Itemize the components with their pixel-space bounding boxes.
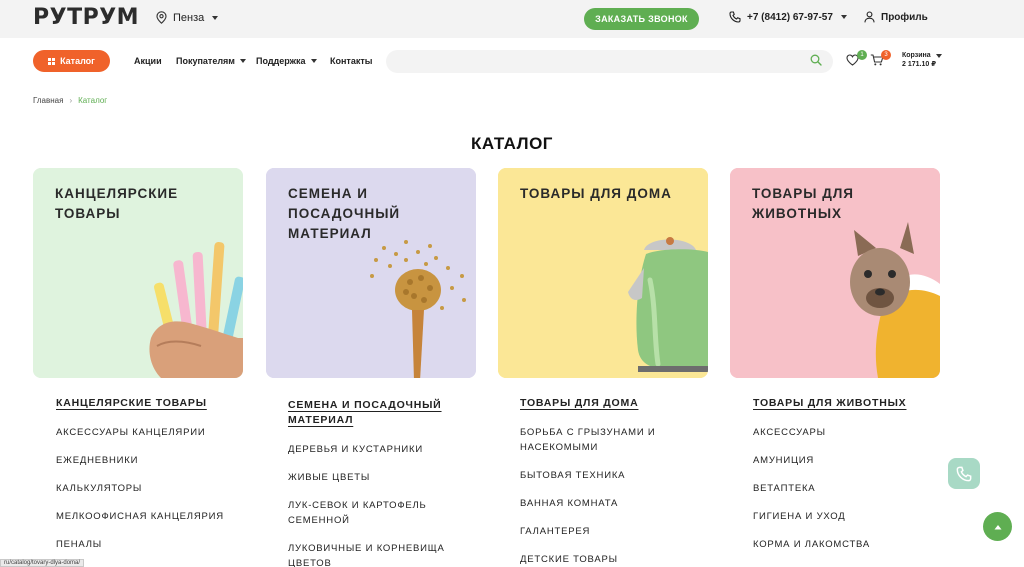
category-card-home[interactable]: ТОВАРЫ ДЛЯ ДОМА: [498, 168, 708, 378]
subcategory-link[interactable]: ЕЖЕДНЕВНИКИ: [56, 453, 256, 468]
subcategory-link[interactable]: ГАЛАНТЕРЕЯ: [520, 524, 720, 539]
subcategory-link[interactable]: ГИГИЕНА И УХОД: [753, 509, 953, 524]
subcategory-link[interactable]: КОРМА И ЛАКОМСТВА: [753, 537, 953, 552]
subcategory-link[interactable]: ЛУК-СЕВОК И КАРТОФЕЛЬ СЕМЕННОЙ: [288, 498, 448, 528]
profile-label: Профиль: [881, 11, 928, 23]
subcategory-link[interactable]: ДЕТСКИЕ ТОВАРЫ: [520, 552, 720, 567]
favorites-count-badge: 1: [857, 50, 867, 60]
category-card-stationery[interactable]: КАНЦЕЛЯРСКИЕ ТОВАРЫ: [33, 168, 243, 378]
nav-link-customers[interactable]: Покупателям: [176, 56, 246, 66]
category-card-title: ТОВАРЫ ДЛЯ ЖИВОТНЫХ: [752, 186, 855, 221]
subcategory-link[interactable]: ЛУКОВИЧНЫЕ И КОРНЕВИЩА ЦВЕТОВ: [288, 541, 458, 567]
subcategory-link[interactable]: АКСЕССУАРЫ КАНЦЕЛЯРИИ: [56, 425, 256, 440]
subcategory-column-stationery: КАНЦЕЛЯРСКИЕ ТОВАРЫ АКСЕССУАРЫ КАНЦЕЛЯРИ…: [56, 396, 256, 565]
main-nav: Каталог Акции Покупателям Поддержка Конт…: [0, 38, 1024, 84]
search-input[interactable]: [386, 50, 833, 73]
subcategory-link[interactable]: БОРЬБА С ГРЫЗУНАМИ И НАСЕКОМЫМИ: [520, 425, 670, 455]
nav-link-label: Акции: [134, 56, 162, 66]
city-label: Пенза: [173, 11, 205, 24]
phone-number: +7 (8412) 67-97-57: [747, 11, 833, 23]
search-icon[interactable]: [810, 54, 822, 66]
cart-total: 2 171.10 ₽: [902, 61, 937, 68]
nav-link-label: Контакты: [330, 56, 373, 66]
cart-label: Корзина: [902, 52, 931, 59]
subcategory-link[interactable]: АМУНИЦИЯ: [753, 453, 953, 468]
subcategory-link[interactable]: ЖИВЫЕ ЦВЕТЫ: [288, 470, 488, 485]
subcategory-link[interactable]: БЫТОВАЯ ТЕХНИКА: [520, 468, 720, 483]
chevron-right-icon: ›: [69, 96, 73, 105]
column-heading-link[interactable]: ТОВАРЫ ДЛЯ ЖИВОТНЫХ: [753, 396, 953, 411]
breadcrumb-current: Каталог: [78, 96, 108, 105]
subcategory-link[interactable]: ВАННАЯ КОМНАТА: [520, 496, 720, 511]
subcategory-link[interactable]: ВЕТАПТЕКА: [753, 481, 953, 496]
column-heading-link[interactable]: КАНЦЕЛЯРСКИЕ ТОВАРЫ: [56, 396, 256, 411]
subcategory-link[interactable]: ДЕРЕВЬЯ И КУСТАРНИКИ: [288, 442, 488, 457]
nav-link-label: Поддержка: [256, 56, 306, 66]
category-card-title: КАНЦЕЛЯРСКИЕ ТОВАРЫ: [55, 186, 179, 221]
phone-icon: [729, 11, 741, 23]
category-card-title: ТОВАРЫ ДЛЯ ДОМА: [520, 186, 672, 201]
subcategory-column-seeds: СЕМЕНА И ПОСАДОЧНЫЙ МАТЕРИАЛ ДЕРЕВЬЯ И К…: [288, 398, 488, 567]
callback-button[interactable]: ЗАКАЗАТЬ ЗВОНОК: [584, 8, 699, 30]
status-bar-url: ru/catalog/tovary-dlya-doma/: [0, 559, 85, 567]
breadcrumb: Главная › Каталог: [33, 96, 107, 105]
scroll-to-top-button[interactable]: [983, 512, 1012, 541]
nav-link-promotions[interactable]: Акции: [134, 56, 162, 66]
nav-link-support[interactable]: Поддержка: [256, 56, 317, 66]
catalog-button-label: Каталог: [60, 56, 95, 66]
nav-link-contacts[interactable]: Контакты: [330, 56, 372, 66]
subcategory-link[interactable]: КАЛЬКУЛЯТОРЫ: [56, 481, 256, 496]
subcategory-column-home: ТОВАРЫ ДЛЯ ДОМА БОРЬБА С ГРЫЗУНАМИ И НАС…: [520, 396, 720, 567]
profile-link[interactable]: Профиль: [864, 11, 928, 23]
subcategory-link[interactable]: ПЕНАЛЫ: [56, 537, 256, 552]
subcategory-column-pets: ТОВАРЫ ДЛЯ ЖИВОТНЫХ АКСЕССУАРЫ АМУНИЦИЯ …: [753, 396, 953, 565]
chevron-down-icon: [310, 59, 317, 63]
arrow-up-icon: [994, 524, 1001, 529]
user-icon: [864, 11, 875, 23]
breadcrumb-home[interactable]: Главная: [33, 96, 63, 105]
city-selector[interactable]: Пенза: [156, 11, 219, 24]
top-bar: РУТРУМ Пенза ЗАКАЗАТЬ ЗВОНОК +7 (8412) 6…: [0, 0, 1024, 38]
subcategory-link[interactable]: АКСЕССУАРЫ: [753, 425, 953, 440]
column-heading-link[interactable]: ТОВАРЫ ДЛЯ ДОМА: [520, 396, 720, 411]
callback-float-button[interactable]: [948, 458, 980, 489]
category-card-title: СЕМЕНА И ПОСАДОЧНЫЙ МАТЕРИАЛ: [288, 186, 401, 241]
category-card-pets[interactable]: ТОВАРЫ ДЛЯ ЖИВОТНЫХ: [730, 168, 940, 378]
category-card-seeds[interactable]: СЕМЕНА И ПОСАДОЧНЫЙ МАТЕРИАЛ: [266, 168, 476, 378]
chevron-down-icon: [840, 15, 847, 19]
cart-summary[interactable]: Корзина 2 171.10 ₽: [902, 51, 942, 69]
subcategory-link[interactable]: МЕЛКООФИСНАЯ КАНЦЕЛЯРИЯ: [56, 509, 256, 524]
cart-count-badge: 3: [881, 50, 891, 60]
site-logo[interactable]: РУТРУМ: [33, 5, 139, 30]
location-pin-icon: [156, 11, 167, 24]
page-title: КАТАЛОГ: [471, 134, 553, 153]
chevron-down-icon: [935, 53, 942, 58]
phone-float-icon: [956, 466, 972, 481]
chevron-down-icon: [212, 15, 219, 20]
catalog-button[interactable]: Каталог: [33, 50, 110, 72]
phone-selector[interactable]: +7 (8412) 67-97-57: [729, 11, 847, 23]
chevron-down-icon: [239, 59, 246, 63]
column-heading-link[interactable]: СЕМЕНА И ПОСАДОЧНЫЙ МАТЕРИАЛ: [288, 398, 468, 428]
grid-icon: [48, 57, 56, 65]
nav-link-label: Покупателям: [176, 56, 235, 66]
